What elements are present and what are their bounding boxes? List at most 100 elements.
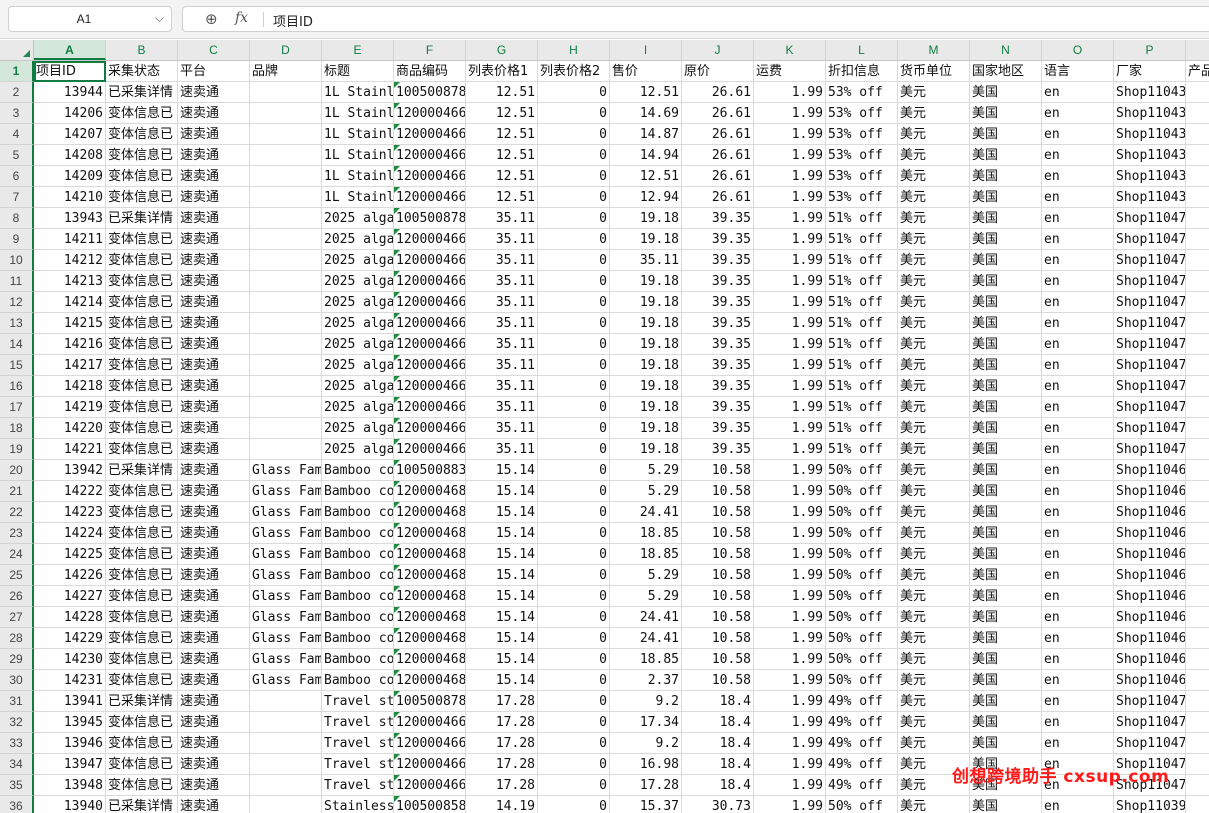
table-cell[interactable]: 1L Stainl <box>322 82 394 103</box>
table-cell[interactable]: 变体信息已 <box>106 418 178 439</box>
table-cell[interactable]: 变体信息已 <box>106 124 178 145</box>
table-cell[interactable]: 120000466 <box>394 103 466 124</box>
table-cell[interactable]: 17.28 <box>466 754 538 775</box>
table-cell[interactable]: 美元 <box>898 586 970 607</box>
table-cell[interactable]: Shop1104750C <box>1114 733 1186 754</box>
table-cell[interactable]: 39.35 <box>682 397 754 418</box>
table-cell[interactable]: 9.2 <box>610 733 682 754</box>
table-cell[interactable]: 美国 <box>970 796 1042 813</box>
table-cell[interactable]: Shop1104730c <box>1114 334 1186 355</box>
table-cell[interactable]: 变体信息已 <box>106 334 178 355</box>
table-cell[interactable]: 变体信息已 <box>106 544 178 565</box>
table-cell[interactable]: 1.99 <box>754 523 826 544</box>
table-cell[interactable]: 0 <box>538 271 610 292</box>
table-cell[interactable]: 变体信息已 <box>106 649 178 670</box>
table-cell[interactable]: 2025 algae <box>322 439 394 460</box>
table-cell[interactable]: 速卖通 <box>178 418 250 439</box>
header-cell[interactable]: 货币单位 <box>898 61 970 82</box>
table-cell[interactable] <box>1186 124 1209 145</box>
table-cell[interactable]: en <box>1042 355 1114 376</box>
row-number[interactable]: 24 <box>0 544 34 565</box>
table-cell[interactable]: 美元 <box>898 292 970 313</box>
column-header[interactable]: N <box>970 40 1042 60</box>
table-cell[interactable]: 美元 <box>898 607 970 628</box>
row-number[interactable]: 3 <box>0 103 34 124</box>
table-cell[interactable]: en <box>1042 124 1114 145</box>
table-cell[interactable]: 1.99 <box>754 775 826 796</box>
table-cell[interactable]: Bamboo co <box>322 628 394 649</box>
table-cell[interactable] <box>250 418 322 439</box>
table-cell[interactable]: 已采集详情 <box>106 208 178 229</box>
table-cell[interactable]: en <box>1042 208 1114 229</box>
table-cell[interactable]: 美元 <box>898 376 970 397</box>
table-cell[interactable]: 美国 <box>970 229 1042 250</box>
table-cell[interactable]: 49% off <box>826 754 898 775</box>
table-cell[interactable]: Shop1104730c <box>1114 418 1186 439</box>
table-cell[interactable]: 美国 <box>970 733 1042 754</box>
table-cell[interactable]: 美国 <box>970 481 1042 502</box>
table-cell[interactable]: 1.99 <box>754 607 826 628</box>
table-cell[interactable]: 变体信息已 <box>106 292 178 313</box>
table-cell[interactable]: 变体信息已 <box>106 376 178 397</box>
table-cell[interactable]: 速卖通 <box>178 481 250 502</box>
table-cell[interactable]: 美元 <box>898 691 970 712</box>
table-cell[interactable]: 美元 <box>898 82 970 103</box>
table-cell[interactable]: 速卖通 <box>178 628 250 649</box>
table-cell[interactable]: 0 <box>538 754 610 775</box>
table-cell[interactable] <box>1186 250 1209 271</box>
table-cell[interactable] <box>250 145 322 166</box>
table-cell[interactable]: 10.58 <box>682 670 754 691</box>
table-cell[interactable]: 12.94 <box>610 187 682 208</box>
table-cell[interactable]: 1.99 <box>754 229 826 250</box>
table-cell[interactable]: 速卖通 <box>178 250 250 271</box>
table-cell[interactable]: 120000466 <box>394 376 466 397</box>
table-cell[interactable]: 14217 <box>34 355 106 376</box>
table-cell[interactable]: 速卖通 <box>178 355 250 376</box>
function-icon[interactable]: fx <box>235 10 248 26</box>
table-cell[interactable]: 49% off <box>826 691 898 712</box>
table-cell[interactable]: 0 <box>538 229 610 250</box>
column-header[interactable]: O <box>1042 40 1114 60</box>
table-cell[interactable]: 美元 <box>898 103 970 124</box>
table-cell[interactable]: 10.58 <box>682 565 754 586</box>
table-cell[interactable]: 14228 <box>34 607 106 628</box>
table-cell[interactable]: 美元 <box>898 439 970 460</box>
column-header[interactable]: D <box>250 40 322 60</box>
table-cell[interactable]: 120000466 <box>394 271 466 292</box>
table-cell[interactable]: 1.99 <box>754 82 826 103</box>
table-cell[interactable]: 120000466 <box>394 712 466 733</box>
table-cell[interactable] <box>1186 754 1209 775</box>
table-cell[interactable]: 17.28 <box>466 775 538 796</box>
table-cell[interactable]: 2025 algae <box>322 229 394 250</box>
table-cell[interactable]: 100500878 <box>394 82 466 103</box>
table-cell[interactable]: 18.4 <box>682 754 754 775</box>
table-cell[interactable]: 14.19 <box>466 796 538 813</box>
table-cell[interactable]: 39.35 <box>682 292 754 313</box>
table-cell[interactable]: 39.35 <box>682 229 754 250</box>
table-cell[interactable]: 美国 <box>970 355 1042 376</box>
table-cell[interactable]: 120000468 <box>394 649 466 670</box>
table-cell[interactable]: 0 <box>538 418 610 439</box>
table-cell[interactable]: 2025 algae <box>322 355 394 376</box>
column-header[interactable]: A <box>34 40 106 60</box>
table-cell[interactable]: 美元 <box>898 670 970 691</box>
table-cell[interactable]: 1.99 <box>754 502 826 523</box>
table-cell[interactable]: 速卖通 <box>178 187 250 208</box>
table-cell[interactable]: 100500878 <box>394 208 466 229</box>
table-cell[interactable]: 120000466 <box>394 754 466 775</box>
header-cell[interactable]: 运费 <box>754 61 826 82</box>
table-cell[interactable]: 14231 <box>34 670 106 691</box>
table-cell[interactable]: 50% off <box>826 523 898 544</box>
table-cell[interactable]: 变体信息已 <box>106 397 178 418</box>
table-cell[interactable] <box>1186 334 1209 355</box>
table-cell[interactable]: 0 <box>538 796 610 813</box>
table-cell[interactable] <box>250 733 322 754</box>
table-cell[interactable]: 0 <box>538 460 610 481</box>
column-header[interactable]: G <box>466 40 538 60</box>
table-cell[interactable]: Shop1104656C <box>1114 586 1186 607</box>
table-cell[interactable]: 美国 <box>970 208 1042 229</box>
table-cell[interactable] <box>1186 271 1209 292</box>
table-cell[interactable]: 26.61 <box>682 145 754 166</box>
table-cell[interactable]: 1.99 <box>754 292 826 313</box>
table-cell[interactable] <box>250 229 322 250</box>
